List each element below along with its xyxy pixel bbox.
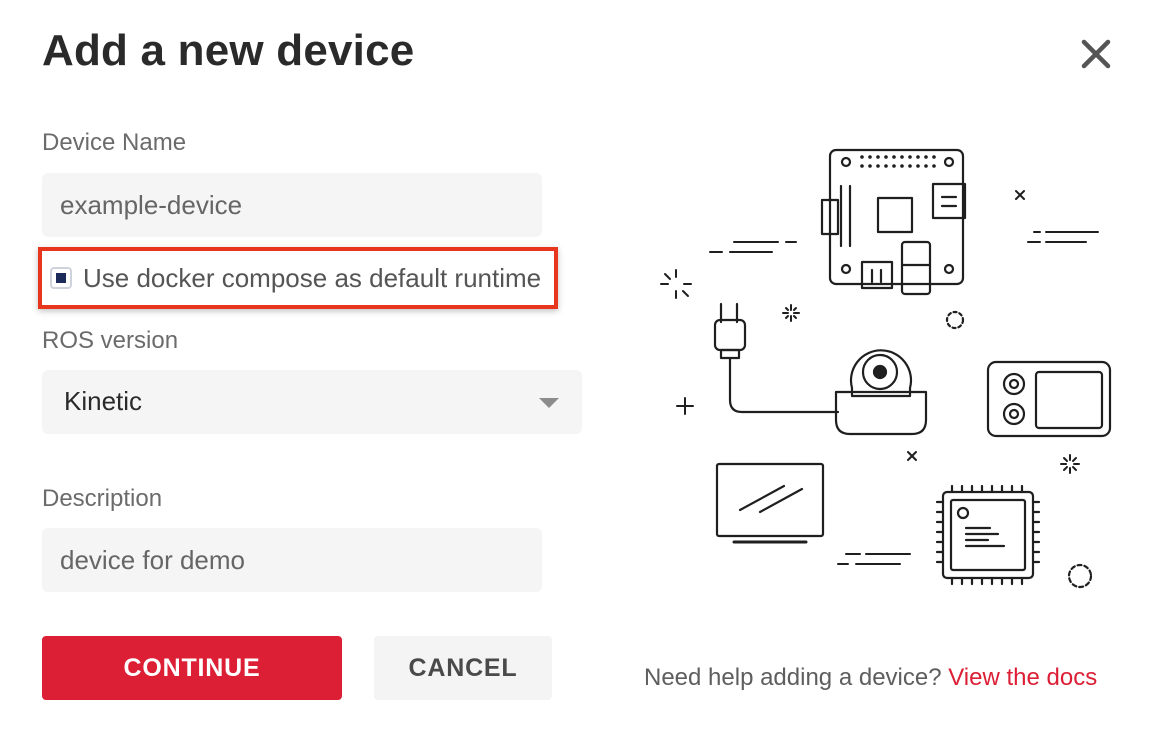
dotted-circle-decoration: [1067, 563, 1093, 589]
device-name-input[interactable]: [42, 173, 542, 237]
device-name-label: Device Name: [42, 129, 187, 156]
caret-down-icon: [539, 398, 559, 408]
add-device-dialog: Add a new device Device Name Use docker …: [0, 0, 1172, 742]
view-docs-link[interactable]: View the docs: [948, 664, 1097, 691]
docker-compose-checkbox[interactable]: [50, 267, 72, 289]
microchip-icon: [935, 484, 1041, 586]
devices-illustration: [660, 148, 1112, 589]
circuit-board-pins: [860, 155, 936, 168]
checkbox-checked-mark: [56, 273, 66, 283]
sparkle-icon: [660, 190, 1080, 474]
help-question: Need help adding a device?: [644, 664, 942, 691]
decorative-dashes: [709, 231, 1099, 565]
power-plug-icon: [713, 302, 840, 414]
ros-version-selected: Kinetic: [64, 386, 143, 416]
circuit-board-icon: [820, 148, 967, 296]
dialog-title: Add a new device: [42, 26, 415, 75]
ros-version-label: ROS version: [42, 327, 179, 354]
webcam-icon: [834, 349, 928, 436]
description-label: Description: [42, 485, 163, 512]
controller-device-icon: [986, 360, 1112, 438]
help-text: Need help adding a device? View the docs: [644, 664, 1097, 692]
close-button[interactable]: [1078, 36, 1114, 72]
cancel-button[interactable]: CANCEL: [374, 636, 552, 700]
ros-version-select[interactable]: Kinetic: [42, 370, 582, 434]
continue-button[interactable]: CONTINUE: [42, 636, 342, 700]
dotted-circle-decoration: [945, 310, 965, 330]
close-icon: [1081, 39, 1111, 69]
docker-compose-label[interactable]: Use docker compose as default runtime: [83, 263, 541, 294]
description-input[interactable]: [42, 528, 542, 592]
monitor-icon: [715, 462, 825, 544]
